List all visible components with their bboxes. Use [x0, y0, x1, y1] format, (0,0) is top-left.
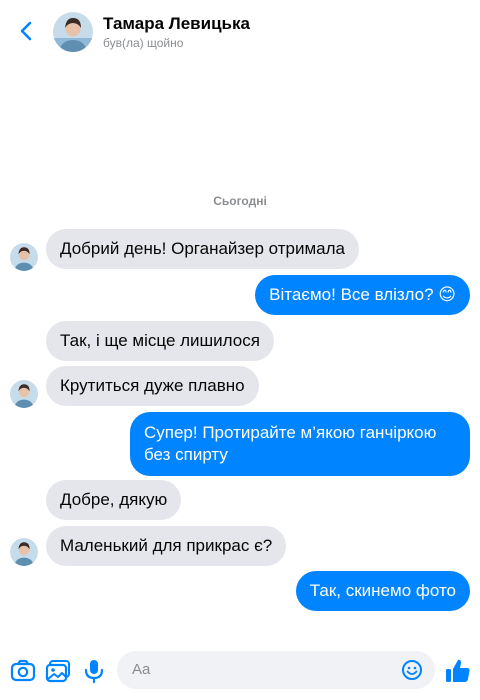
image-icon[interactable] [45, 658, 71, 684]
incoming-message[interactable]: Добрий день! Органайзер отримала [46, 229, 359, 269]
back-arrow-icon[interactable] [16, 19, 38, 43]
incoming-message[interactable]: Так, і ще місце лишилося [46, 321, 274, 361]
message-input[interactable]: Aa [117, 651, 435, 689]
sender-avatar[interactable] [10, 380, 38, 408]
incoming-message[interactable]: Крутиться дуже плавно [46, 366, 259, 406]
date-separator: Сьогодні [213, 194, 267, 208]
emoji-icon[interactable] [401, 659, 423, 681]
contact-avatar[interactable] [53, 12, 93, 52]
thumbs-up-icon[interactable] [444, 657, 472, 685]
microphone-icon[interactable] [81, 658, 107, 684]
outgoing-message[interactable]: Вітаємо! Все влізло? 😊 [255, 275, 470, 315]
outgoing-message[interactable]: Так, скинемо фото [295, 571, 470, 611]
contact-status: був(ла) щойно [103, 36, 184, 50]
camera-icon[interactable] [10, 658, 36, 684]
sender-avatar[interactable] [10, 243, 38, 271]
contact-name[interactable]: Тамара Левицька [103, 14, 250, 34]
outgoing-message[interactable]: Супер! Протирайте м’якою ганчіркою без с… [130, 412, 470, 476]
message-input-placeholder: Aa [132, 661, 151, 678]
chat-header: Тамара Левицька був(ла) щойно [0, 0, 480, 62]
message-composer: Aa [0, 644, 480, 700]
incoming-message[interactable]: Маленький для прикрас є? [46, 526, 287, 566]
incoming-message[interactable]: Добре, дякую [46, 480, 182, 520]
sender-avatar[interactable] [10, 538, 38, 566]
